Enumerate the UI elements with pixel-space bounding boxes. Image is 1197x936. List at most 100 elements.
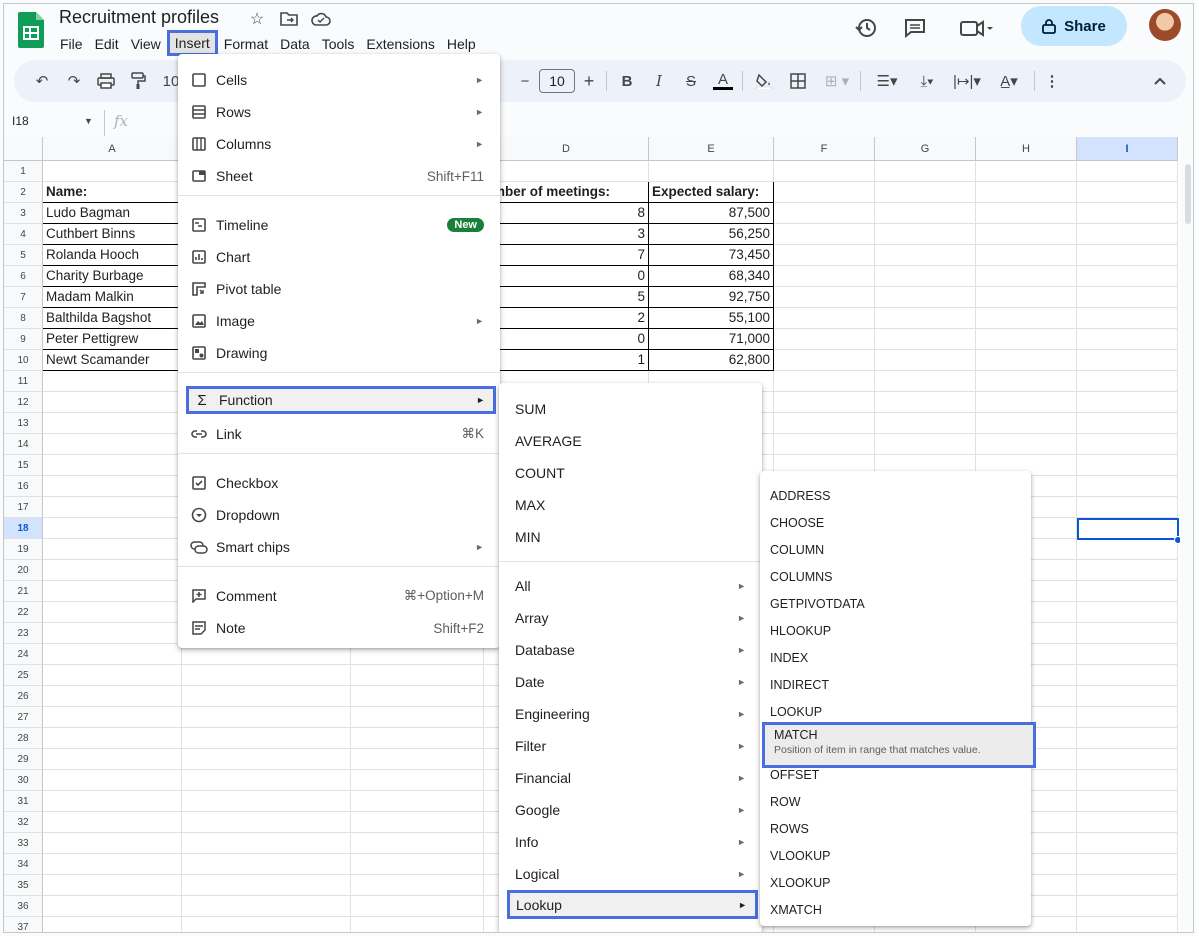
- cell[interactable]: [1077, 203, 1178, 224]
- row-header-21[interactable]: 21: [4, 581, 43, 602]
- undo-icon[interactable]: ↶: [32, 71, 52, 91]
- cell[interactable]: [43, 161, 182, 182]
- cell[interactable]: [43, 602, 182, 623]
- cell[interactable]: [875, 350, 976, 371]
- row-header-2[interactable]: 2: [4, 182, 43, 203]
- row-header-24[interactable]: 24: [4, 644, 43, 665]
- cell[interactable]: [875, 287, 976, 308]
- cell[interactable]: [1077, 623, 1178, 644]
- cell[interactable]: [43, 875, 182, 896]
- row-header-30[interactable]: 30: [4, 770, 43, 791]
- lookup-item-rows[interactable]: ROWS: [760, 815, 1031, 842]
- row-header-7[interactable]: 7: [4, 287, 43, 308]
- cell[interactable]: [182, 917, 351, 932]
- column-header-i[interactable]: I: [1077, 137, 1178, 161]
- cell[interactable]: [875, 329, 976, 350]
- name-cell[interactable]: Balthilda Bagshot: [43, 308, 182, 329]
- cell[interactable]: [1077, 182, 1178, 203]
- cell[interactable]: [351, 728, 484, 749]
- cell[interactable]: [774, 161, 875, 182]
- row-header-18[interactable]: 18: [4, 518, 43, 539]
- function-item-count[interactable]: COUNT: [499, 457, 762, 489]
- cell[interactable]: [1077, 686, 1178, 707]
- cell[interactable]: [182, 833, 351, 854]
- cell[interactable]: [182, 749, 351, 770]
- font-size-input[interactable]: 10: [539, 69, 575, 93]
- insert-menu-item-chart[interactable]: Chart: [178, 241, 500, 273]
- cell[interactable]: [351, 707, 484, 728]
- italic-icon[interactable]: I: [649, 71, 669, 91]
- cell[interactable]: [351, 770, 484, 791]
- cell[interactable]: [43, 371, 182, 392]
- cell[interactable]: [875, 182, 976, 203]
- cell[interactable]: [484, 161, 649, 182]
- cell[interactable]: [976, 161, 1077, 182]
- cell[interactable]: [875, 371, 976, 392]
- cell[interactable]: [43, 413, 182, 434]
- more-icon[interactable]: ⋮: [1044, 71, 1060, 91]
- cell[interactable]: [43, 581, 182, 602]
- meetings-cell[interactable]: 8: [484, 203, 649, 224]
- insert-menu-item-comment[interactable]: Comment ⌘+Option+M: [178, 580, 500, 612]
- cell[interactable]: [976, 224, 1077, 245]
- cell[interactable]: [43, 539, 182, 560]
- cell[interactable]: [1077, 854, 1178, 875]
- salary-cell[interactable]: 92,750: [649, 287, 774, 308]
- insert-menu-item-smart-chips[interactable]: Smart chips ►: [178, 531, 500, 563]
- cell[interactable]: [875, 392, 976, 413]
- cell[interactable]: [1077, 497, 1178, 518]
- row-header-29[interactable]: 29: [4, 749, 43, 770]
- insert-menu-item-drawing[interactable]: Drawing: [178, 337, 500, 369]
- cell[interactable]: [351, 665, 484, 686]
- lookup-item-row[interactable]: ROW: [760, 788, 1031, 815]
- cell[interactable]: [1077, 560, 1178, 581]
- cell[interactable]: [1077, 581, 1178, 602]
- cell[interactable]: [43, 770, 182, 791]
- cell[interactable]: [1077, 602, 1178, 623]
- row-header-5[interactable]: 5: [4, 245, 43, 266]
- row-header-19[interactable]: 19: [4, 539, 43, 560]
- cell[interactable]: [182, 728, 351, 749]
- cell[interactable]: [182, 875, 351, 896]
- cell[interactable]: [182, 896, 351, 917]
- salary-cell[interactable]: 87,500: [649, 203, 774, 224]
- cell[interactable]: [774, 413, 875, 434]
- lookup-item-offset[interactable]: OFFSET: [760, 761, 1031, 788]
- function-category-logical[interactable]: Logical ►: [499, 858, 762, 890]
- cell[interactable]: [43, 896, 182, 917]
- row-header-14[interactable]: 14: [4, 434, 43, 455]
- fill-color-icon[interactable]: [754, 71, 774, 91]
- cell[interactable]: [875, 245, 976, 266]
- column-header-f[interactable]: F: [774, 137, 875, 161]
- print-icon[interactable]: [96, 71, 116, 91]
- header-meetings-cell[interactable]: Number of meetings:: [484, 182, 649, 203]
- menu-edit[interactable]: Edit: [89, 32, 125, 56]
- cell[interactable]: [976, 308, 1077, 329]
- cell[interactable]: [976, 182, 1077, 203]
- cell[interactable]: [1077, 350, 1178, 371]
- lookup-item-hlookup[interactable]: HLOOKUP: [760, 617, 1031, 644]
- cell[interactable]: [1077, 308, 1178, 329]
- fill-handle[interactable]: [1174, 536, 1180, 544]
- merge-icon[interactable]: ⊞ ▾: [820, 71, 854, 91]
- lookup-item-lookup[interactable]: LOOKUP: [760, 698, 1031, 725]
- cell[interactable]: [43, 497, 182, 518]
- select-all-corner[interactable]: [4, 137, 43, 161]
- cell[interactable]: [875, 161, 976, 182]
- cell[interactable]: [43, 791, 182, 812]
- name-cell[interactable]: Madam Malkin: [43, 287, 182, 308]
- function-category-info[interactable]: Info ►: [499, 826, 762, 858]
- column-header-e[interactable]: E: [649, 137, 774, 161]
- row-header-28[interactable]: 28: [4, 728, 43, 749]
- lookup-item-getpivotdata[interactable]: GETPIVOTDATA: [760, 590, 1031, 617]
- menu-tools[interactable]: Tools: [316, 32, 361, 56]
- meetings-cell[interactable]: 0: [484, 329, 649, 350]
- name-cell[interactable]: Rolanda Hooch: [43, 245, 182, 266]
- cell[interactable]: [875, 308, 976, 329]
- share-button[interactable]: Share: [1021, 6, 1127, 46]
- cell[interactable]: [43, 560, 182, 581]
- insert-menu-item-image[interactable]: Image ►: [178, 305, 500, 337]
- cell[interactable]: [774, 182, 875, 203]
- lookup-item-address[interactable]: ADDRESS: [760, 482, 1031, 509]
- row-header-13[interactable]: 13: [4, 413, 43, 434]
